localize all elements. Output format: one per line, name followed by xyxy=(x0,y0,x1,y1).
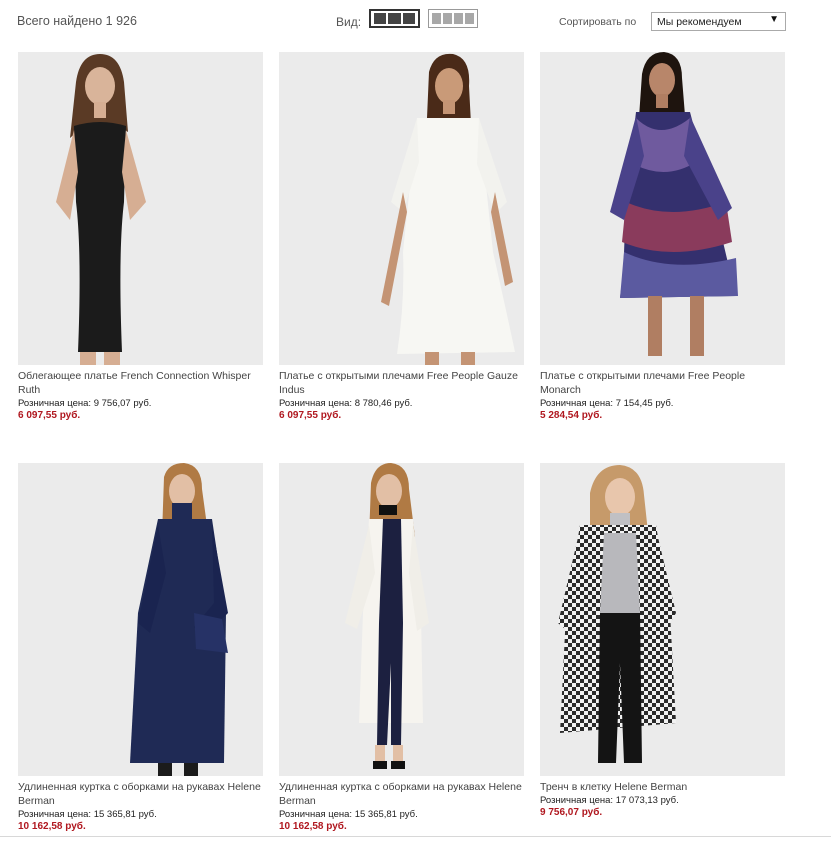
product-card[interactable]: Платье с открытыми плечами Free People G… xyxy=(279,52,525,422)
product-image[interactable] xyxy=(279,463,524,776)
retail-price-label: Розничная цена: xyxy=(279,398,353,409)
dropdown-arrow-icon: ▼ xyxy=(769,14,779,25)
grid-block-icon xyxy=(465,13,474,24)
retail-price: Розничная цена: 7 154,45 руб. xyxy=(540,398,786,410)
retail-price-label: Розничная цена: xyxy=(540,795,614,806)
retail-price-value: 15 365,81 руб. xyxy=(93,809,157,820)
product-image[interactable] xyxy=(540,52,785,365)
product-image[interactable] xyxy=(18,463,263,776)
sale-price: 10 162,58 руб. xyxy=(18,821,86,832)
product-card[interactable]: Удлиненная куртка с оборками на рукавах … xyxy=(279,463,525,833)
retail-price: Розничная цена: 8 780,46 руб. xyxy=(279,398,525,410)
product-name[interactable]: Платье с открытыми плечами Free People G… xyxy=(279,369,525,397)
view-three-columns-button[interactable] xyxy=(369,9,420,28)
retail-price-label: Розничная цена: xyxy=(279,809,353,820)
product-card[interactable]: Удлиненная куртка с оборками на рукавах … xyxy=(18,463,264,833)
view-label: Вид: xyxy=(336,15,362,29)
retail-price-label: Розничная цена: xyxy=(18,398,92,409)
sale-price: 6 097,55 руб. xyxy=(18,410,81,421)
product-name[interactable]: Тренч в клетку Helene Berman xyxy=(540,780,786,794)
retail-price: Розничная цена: 15 365,81 руб. xyxy=(18,809,264,821)
product-name[interactable]: Платье с открытыми плечами Free People M… xyxy=(540,369,786,397)
grid-block-icon xyxy=(388,13,401,24)
view-four-columns-button[interactable] xyxy=(428,9,478,28)
grid-block-icon xyxy=(402,13,415,24)
product-name[interactable]: Облегающее платье French Connection Whis… xyxy=(18,369,264,397)
sale-price: 10 162,58 руб. xyxy=(279,821,347,832)
sale-price: 6 097,55 руб. xyxy=(279,410,342,421)
grid-block-icon xyxy=(374,13,387,24)
sort-label: Сортировать по xyxy=(559,16,637,28)
divider xyxy=(0,836,831,837)
results-toolbar: Всего найдено 1 926 Вид: Сортировать по … xyxy=(0,0,831,44)
retail-price: Розничная цена: 9 756,07 руб. xyxy=(18,398,264,410)
results-count: Всего найдено 1 926 xyxy=(17,14,137,28)
product-image[interactable] xyxy=(18,52,263,365)
product-name[interactable]: Удлиненная куртка с оборками на рукавах … xyxy=(18,780,264,808)
retail-price-value: 7 154,45 руб. xyxy=(615,398,674,409)
retail-price: Розничная цена: 17 073,13 руб. xyxy=(540,795,786,807)
retail-price-value: 17 073,13 руб. xyxy=(615,795,679,806)
sort-select[interactable]: Мы рекомендуем ▼ xyxy=(651,12,786,31)
retail-price: Розничная цена: 15 365,81 руб. xyxy=(279,809,525,821)
grid-block-icon xyxy=(432,13,441,24)
grid-block-icon xyxy=(443,13,452,24)
retail-price-label: Розничная цена: xyxy=(540,398,614,409)
sale-price: 9 756,07 руб. xyxy=(540,807,603,818)
product-card[interactable]: Платье с открытыми плечами Free People M… xyxy=(540,52,786,422)
grid-block-icon xyxy=(454,13,463,24)
retail-price-value: 8 780,46 руб. xyxy=(354,398,413,409)
retail-price-value: 15 365,81 руб. xyxy=(354,809,418,820)
product-name[interactable]: Удлиненная куртка с оборками на рукавах … xyxy=(279,780,525,808)
product-image[interactable] xyxy=(540,463,785,776)
retail-price-value: 9 756,07 руб. xyxy=(93,398,152,409)
product-image[interactable] xyxy=(279,52,524,365)
sale-price: 5 284,54 руб. xyxy=(540,410,603,421)
retail-price-label: Розничная цена: xyxy=(18,809,92,820)
product-card[interactable]: Тренч в клетку Helene Berman Розничная ц… xyxy=(540,463,786,819)
product-card[interactable]: Облегающее платье French Connection Whis… xyxy=(18,52,264,422)
sort-selected-value: Мы рекомендуем xyxy=(657,16,742,28)
